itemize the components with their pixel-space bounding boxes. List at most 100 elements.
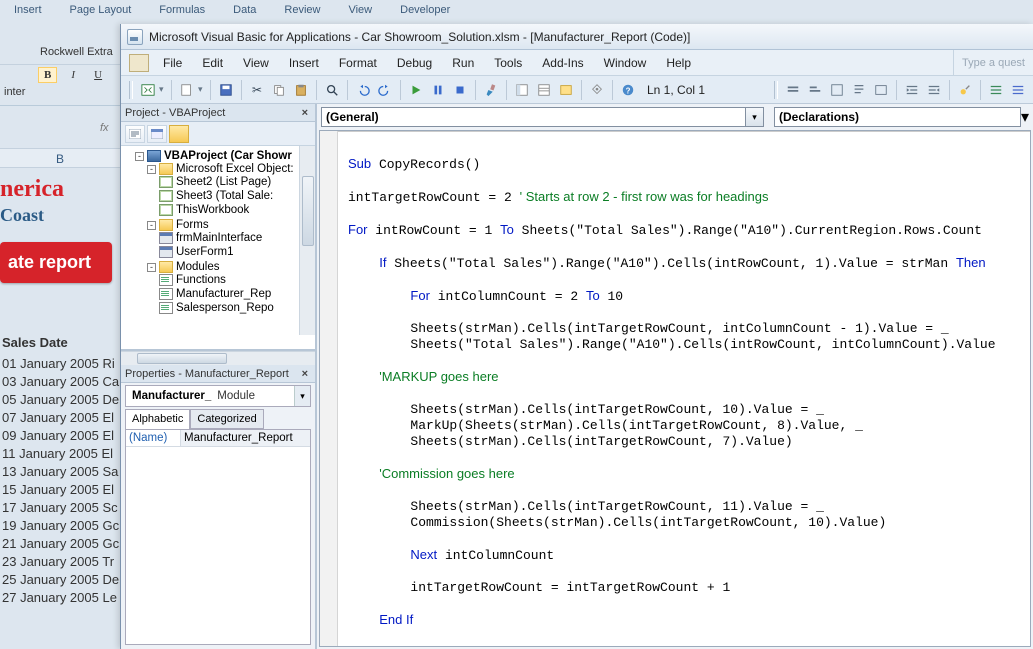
indent-icon[interactable] xyxy=(902,80,922,100)
menu-window[interactable]: Window xyxy=(594,52,657,74)
outdent-icon[interactable] xyxy=(924,80,944,100)
collapse-icon[interactable]: - xyxy=(147,165,156,174)
close-pane-icon[interactable]: × xyxy=(299,368,311,380)
properties-pane-header[interactable]: Properties - Manufacturer_Report × xyxy=(121,365,315,383)
toolbar-grip[interactable] xyxy=(774,81,778,99)
property-object-dropdown[interactable]: Manufacturer_Module ▾ xyxy=(125,385,311,407)
break-icon[interactable] xyxy=(428,80,448,100)
table-row[interactable]: 07 January 2005 El xyxy=(2,410,121,426)
vba-titlebar[interactable]: Microsoft Visual Basic for Applications … xyxy=(121,24,1033,50)
tree-item[interactable]: Sheet2 (List Page) xyxy=(159,175,315,189)
help-icon[interactable]: ? xyxy=(618,80,638,100)
excel-tab[interactable]: Developer xyxy=(386,0,464,20)
tab-alphabetic[interactable]: Alphabetic xyxy=(125,409,190,429)
properties-grid[interactable]: (Name)Manufacturer_Report xyxy=(125,429,311,645)
tab-categorized[interactable]: Categorized xyxy=(190,409,263,429)
copy-icon[interactable] xyxy=(269,80,289,100)
edit-tb-icon[interactable] xyxy=(805,80,825,100)
close-pane-icon[interactable]: × xyxy=(299,107,311,119)
table-row[interactable]: 19 January 2005 Gc xyxy=(2,518,121,534)
menu-tools[interactable]: Tools xyxy=(484,52,532,74)
project-explorer-icon[interactable] xyxy=(512,80,532,100)
bold-button[interactable]: B xyxy=(38,67,57,83)
table-row[interactable]: 17 January 2005 Sc xyxy=(2,500,121,516)
tree-item[interactable]: Functions xyxy=(159,273,315,287)
paste-icon[interactable] xyxy=(291,80,311,100)
tree-item[interactable]: frmMainInterface xyxy=(159,231,315,245)
ask-a-question-box[interactable]: Type a quest xyxy=(953,50,1025,75)
generate-report-button[interactable]: ate report xyxy=(0,242,112,283)
table-row[interactable]: 09 January 2005 El xyxy=(2,428,121,444)
collapse-icon[interactable]: - xyxy=(147,221,156,230)
tree-item[interactable]: Salesperson_Repo xyxy=(159,301,315,315)
view-object-icon[interactable] xyxy=(147,125,167,143)
dropdown-icon[interactable]: ▾ xyxy=(198,84,206,95)
italic-button[interactable]: I xyxy=(66,68,80,82)
project-tree[interactable]: -VBAProject (Car Showr -Microsoft Excel … xyxy=(121,146,315,351)
table-row[interactable]: 23 January 2005 Tr xyxy=(2,554,121,570)
underline-button[interactable]: U xyxy=(89,68,107,82)
cut-icon[interactable]: ✂ xyxy=(247,80,267,100)
tree-item[interactable]: Sheet3 (Total Sale: xyxy=(159,189,315,203)
table-row[interactable]: 21 January 2005 Gc xyxy=(2,536,121,552)
tree-hscrollbar[interactable] xyxy=(121,351,315,365)
edit-tb-icon[interactable] xyxy=(871,80,891,100)
project-pane-header[interactable]: Project - VBAProject × xyxy=(121,104,315,122)
excel-tab[interactable]: Page Layout xyxy=(56,0,146,20)
code-margin[interactable] xyxy=(320,131,338,646)
design-mode-icon[interactable] xyxy=(481,80,501,100)
excel-tab[interactable]: Insert xyxy=(0,0,56,20)
breakpoint-icon[interactable] xyxy=(955,80,975,100)
edit-tb-icon[interactable] xyxy=(827,80,847,100)
insert-module-icon[interactable] xyxy=(177,80,197,100)
view-code-icon[interactable] xyxy=(125,125,145,143)
menu-file[interactable]: File xyxy=(153,52,192,74)
code-editor[interactable]: Sub CopyRecords() intTargetRowCount = 2 … xyxy=(319,130,1031,647)
tree-scrollbar[interactable] xyxy=(299,146,315,335)
table-row[interactable]: 25 January 2005 De xyxy=(2,572,121,588)
excel-tab[interactable]: Review xyxy=(270,0,334,20)
table-row[interactable]: 03 January 2005 Ca xyxy=(2,374,121,390)
table-row[interactable]: 27 January 2005 Le xyxy=(2,590,121,606)
undo-icon[interactable] xyxy=(353,80,373,100)
menu-debug[interactable]: Debug xyxy=(387,52,442,74)
menu-edit[interactable]: Edit xyxy=(192,52,233,74)
excel-tab[interactable]: Data xyxy=(219,0,270,20)
toggle-folders-icon[interactable] xyxy=(169,125,189,143)
tree-item[interactable]: UserForm1 xyxy=(159,245,315,259)
formula-fx-icon[interactable]: fx xyxy=(0,122,117,134)
properties-window-icon[interactable] xyxy=(534,80,554,100)
edit-tb-icon[interactable] xyxy=(849,80,869,100)
run-icon[interactable] xyxy=(406,80,426,100)
object-browser-icon[interactable] xyxy=(556,80,576,100)
dropdown-icon[interactable]: ▾ xyxy=(746,107,764,127)
comment-block-icon[interactable] xyxy=(986,80,1006,100)
menu-view[interactable]: View xyxy=(233,52,279,74)
uncomment-block-icon[interactable] xyxy=(1008,80,1028,100)
menu-insert[interactable]: Insert xyxy=(279,52,329,74)
excel-font-box[interactable]: Rockwell Extra xyxy=(0,44,120,65)
excel-tab[interactable]: Formulas xyxy=(145,0,219,20)
edit-tb-icon[interactable] xyxy=(783,80,803,100)
toolbar-grip[interactable] xyxy=(129,81,133,99)
dropdown-icon[interactable]: ▾ xyxy=(159,84,167,95)
redo-icon[interactable] xyxy=(375,80,395,100)
toolbox-icon[interactable] xyxy=(587,80,607,100)
excel-tab[interactable]: View xyxy=(334,0,386,20)
table-row[interactable]: 11 January 2005 El xyxy=(2,446,121,462)
tree-item[interactable]: Manufacturer_Rep xyxy=(159,287,315,301)
dropdown-icon[interactable]: ▾ xyxy=(294,386,310,406)
tree-item[interactable]: ThisWorkbook xyxy=(159,203,315,217)
table-row[interactable]: 01 January 2005 Ri xyxy=(2,356,121,372)
table-row[interactable]: 15 January 2005 El xyxy=(2,482,121,498)
menu-add-ins[interactable]: Add-Ins xyxy=(532,52,593,74)
collapse-icon[interactable]: - xyxy=(147,263,156,272)
table-row[interactable]: 13 January 2005 Sa xyxy=(2,464,121,480)
reset-icon[interactable] xyxy=(450,80,470,100)
vba-system-icon[interactable] xyxy=(129,54,149,72)
dropdown-icon[interactable]: ▾ xyxy=(1021,107,1029,127)
view-excel-icon[interactable] xyxy=(138,80,158,100)
table-row[interactable]: 05 January 2005 De xyxy=(2,392,121,408)
property-row[interactable]: (Name)Manufacturer_Report xyxy=(126,430,310,447)
menu-format[interactable]: Format xyxy=(329,52,387,74)
